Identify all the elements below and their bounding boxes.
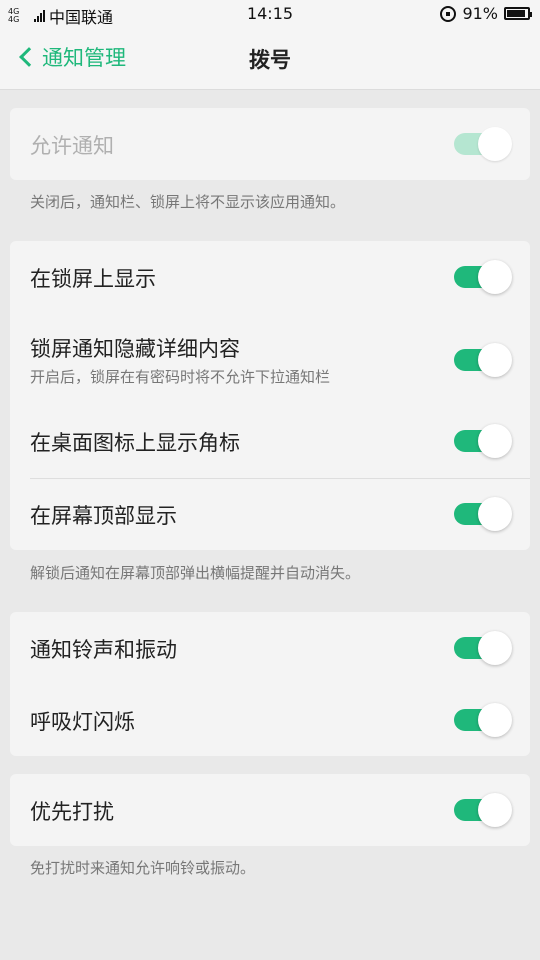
rotation-lock-icon — [440, 5, 457, 22]
card-sound-light: 通知铃声和振动 呼吸灯闪烁 — [10, 612, 530, 756]
row-priority-interrupt[interactable]: 优先打扰 — [10, 774, 530, 846]
priority-label: 优先打扰 — [30, 800, 114, 824]
hide-details-sub: 开启后，锁屏在有密码时将不允许下拉通知栏 — [30, 368, 331, 386]
battery-percent: 91% — [462, 4, 498, 23]
priority-toggle[interactable] — [454, 793, 512, 827]
allow-notifications-label: 允许通知 — [30, 134, 114, 158]
status-bar: 4G 4G 中国联通 14:15 91% — [0, 0, 540, 28]
card-priority: 优先打扰 — [10, 774, 530, 846]
status-right: 91% — [440, 4, 532, 23]
breathing-light-label: 呼吸灯闪烁 — [30, 710, 135, 734]
badge-toggle[interactable] — [454, 424, 512, 458]
top-banner-label: 在屏幕顶部显示 — [30, 504, 177, 528]
row-top-banner[interactable]: 在屏幕顶部显示 — [10, 478, 530, 550]
battery-icon — [504, 7, 532, 20]
row-lockscreen-show[interactable]: 在锁屏上显示 — [10, 241, 530, 313]
lockscreen-show-toggle[interactable] — [454, 260, 512, 294]
hide-details-label: 锁屏通知隐藏详细内容 — [30, 337, 240, 361]
banner-footnote: 解锁后通知在屏幕顶部弹出横幅提醒并自动消失。 — [30, 564, 361, 582]
row-badge[interactable]: 在桌面图标上显示角标 — [10, 405, 530, 477]
breathing-light-toggle[interactable] — [454, 703, 512, 737]
allow-footnote: 关闭后，通知栏、锁屏上将不显示该应用通知。 — [30, 193, 346, 211]
page-title: 拨号 — [249, 48, 291, 72]
ringtone-toggle[interactable] — [454, 631, 512, 665]
priority-footnote: 免打扰时来通知允许响铃或振动。 — [30, 859, 256, 877]
card-display-options: 在锁屏上显示 锁屏通知隐藏详细内容 开启后，锁屏在有密码时将不允许下拉通知栏 在… — [10, 241, 530, 550]
row-allow-notifications[interactable]: 允许通知 — [10, 108, 530, 180]
header: 通知管理 拨号 — [0, 28, 540, 90]
ringtone-label: 通知铃声和振动 — [30, 638, 177, 662]
card-allow-notifications: 允许通知 — [10, 108, 530, 180]
row-breathing-light[interactable]: 呼吸灯闪烁 — [10, 684, 530, 756]
row-ringtone-vibration[interactable]: 通知铃声和振动 — [10, 612, 530, 684]
hide-details-toggle[interactable] — [454, 343, 512, 377]
allow-notifications-toggle[interactable] — [454, 127, 512, 161]
row-lockscreen-hide-details[interactable]: 锁屏通知隐藏详细内容 开启后，锁屏在有密码时将不允许下拉通知栏 — [10, 313, 530, 405]
top-banner-toggle[interactable] — [454, 497, 512, 531]
lockscreen-show-label: 在锁屏上显示 — [30, 267, 156, 291]
badge-label: 在桌面图标上显示角标 — [30, 431, 240, 455]
